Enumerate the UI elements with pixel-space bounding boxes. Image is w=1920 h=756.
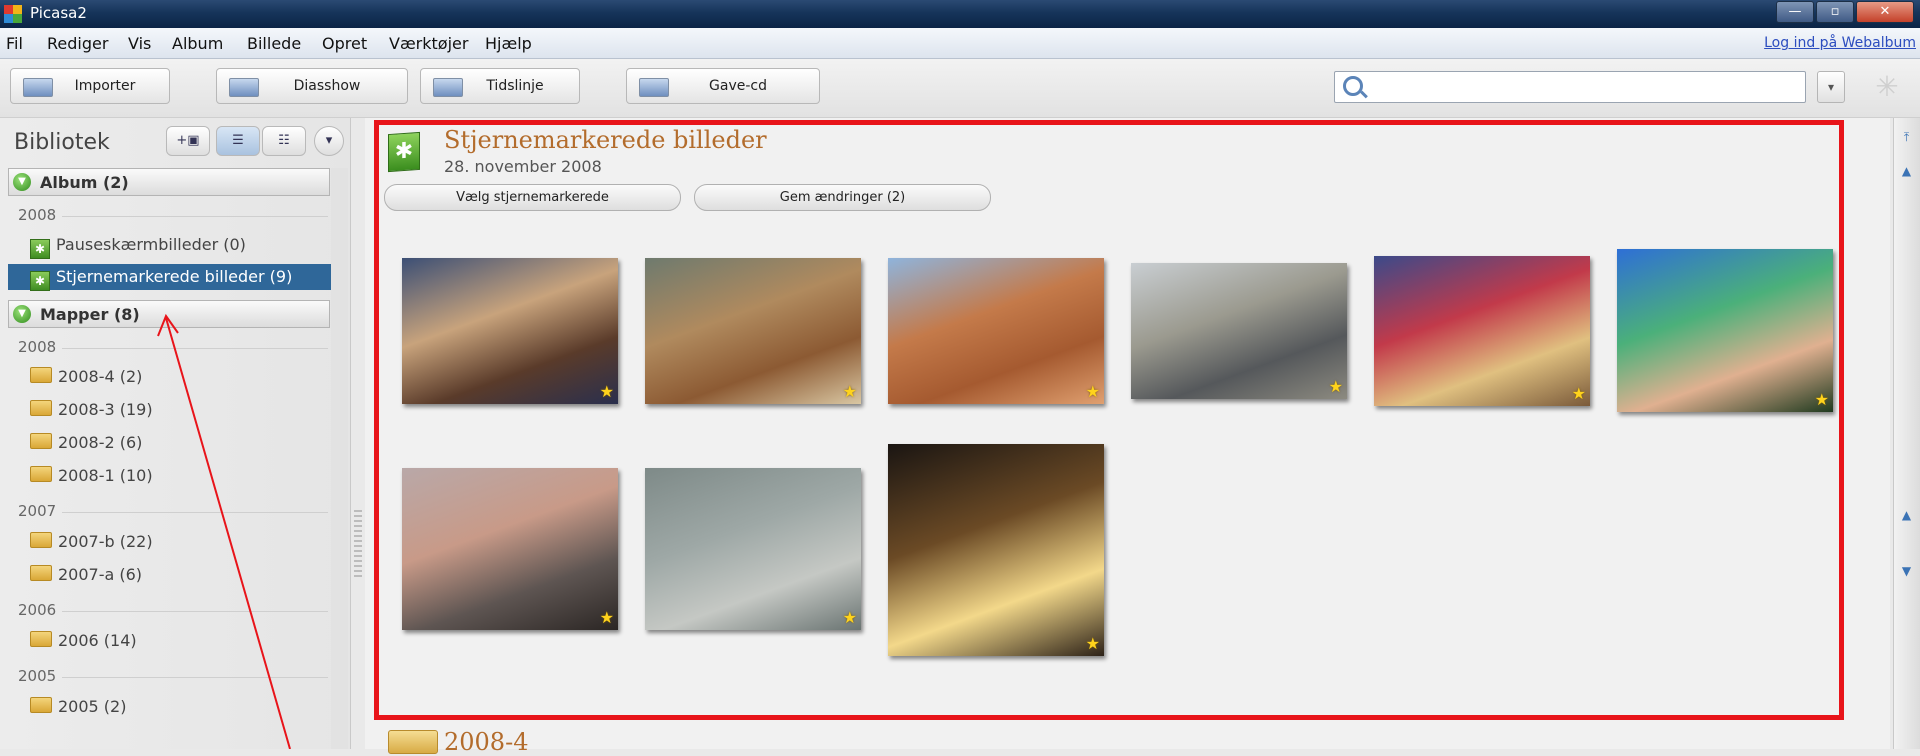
library-sidebar: Bibliotek +▣ ☰ ☷ ▾ ▼ Album (2) 2008 ✱ Pau… (0, 118, 351, 749)
minimize-button[interactable]: — (1776, 1, 1814, 23)
album-icon: ✱ (30, 239, 50, 259)
folder-section-label: Mapper (8) (40, 305, 140, 324)
next-folder-title: 2008-4 (444, 728, 529, 756)
gift-cd-button[interactable]: Gave-cd (626, 68, 820, 104)
search-icon (1343, 76, 1363, 96)
folder-item[interactable]: 2007-b (22) (30, 529, 153, 555)
folder-item-label: 2007-b (22) (58, 532, 153, 551)
folder-icon (388, 730, 438, 754)
splitter-handle[interactable] (354, 510, 362, 580)
scroll-top-icon[interactable]: ⤒ (1899, 130, 1914, 144)
collapse-arrow-icon[interactable]: ▼ (13, 305, 31, 323)
folder-item[interactable]: 2007-a (6) (30, 562, 142, 588)
album-item-label: Stjernemarkerede billeder (9) (56, 267, 293, 286)
collapse-arrow-icon[interactable]: ▼ (13, 173, 31, 191)
divider (62, 512, 328, 513)
import-label: Importer (74, 78, 136, 94)
import-button[interactable]: Importer (10, 68, 170, 104)
folder-icon (30, 367, 52, 383)
folder-item-label: 2008-4 (2) (58, 367, 143, 386)
scroll-up-icon[interactable]: ▲ (1899, 164, 1914, 178)
folder-year-label: 2006 (18, 601, 57, 619)
folder-item-label: 2007-a (6) (58, 565, 143, 584)
web-albums-signin-link[interactable]: Log ind på Webalbum (1764, 35, 1916, 51)
menu-file[interactable]: Fil (6, 34, 23, 53)
menu-create[interactable]: Opret (322, 34, 367, 53)
folder-item-label: 2006 (14) (58, 631, 137, 650)
slideshow-label: Diasshow (293, 78, 361, 94)
selection-highlight (374, 120, 1844, 720)
loading-spinner-icon: ✳ (1875, 70, 1899, 103)
menu-picture[interactable]: Billede (247, 34, 301, 53)
album-item-screensaver[interactable]: ✱ Pauseskærmbilleder (0) (30, 232, 246, 259)
menu-edit[interactable]: Rediger (47, 34, 108, 53)
folder-item[interactable]: 2008-2 (6) (30, 430, 142, 456)
folder-icon (30, 631, 52, 647)
folder-year-label: 2007 (18, 502, 57, 520)
menu-view[interactable]: Vis (128, 34, 151, 53)
folder-icon (30, 466, 52, 482)
sidebar-scrollbar[interactable] (331, 168, 348, 749)
folder-item[interactable]: 2006 (14) (30, 628, 137, 654)
menu-tools[interactable]: Værktøjer (389, 34, 468, 53)
folder-item-label: 2008-1 (10) (58, 466, 153, 485)
divider (62, 216, 328, 217)
folder-item-label: 2005 (2) (58, 697, 127, 716)
slideshow-button[interactable]: Diasshow (216, 68, 408, 104)
gift-cd-label: Gave-cd (709, 78, 767, 94)
picasa-logo-icon (4, 5, 22, 23)
folder-item[interactable]: 2008-4 (2) (30, 364, 142, 390)
folder-icon (30, 433, 52, 449)
timeline-button[interactable]: Tidslinje (420, 68, 580, 104)
folder-icon (30, 532, 52, 548)
folder-item[interactable]: 2005 (2) (30, 694, 126, 720)
album-year-label: 2008 (18, 206, 57, 224)
add-album-button[interactable]: +▣ (166, 126, 210, 156)
scroll-up-icon[interactable]: ▲ (1899, 508, 1914, 522)
timeline-label: Tidslinje (486, 78, 544, 94)
album-item-starred[interactable]: ✱ Stjernemarkerede billeder (9) (8, 264, 336, 291)
album-icon: ✱ (30, 271, 50, 291)
menu-help[interactable]: Hjælp (485, 34, 532, 53)
close-button[interactable]: ✕ (1856, 1, 1914, 23)
divider (62, 611, 328, 612)
menu-album[interactable]: Album (172, 34, 223, 53)
folder-year-label: 2005 (18, 667, 57, 685)
menu-bar: Fil Rediger Vis Album Billede Opret Værk… (0, 28, 1920, 59)
album-section-header[interactable]: ▼ Album (2) (8, 168, 330, 196)
search-field[interactable] (1334, 71, 1806, 103)
divider (62, 348, 328, 349)
folder-item[interactable]: 2008-1 (10) (30, 463, 153, 489)
folder-item-label: 2008-2 (6) (58, 433, 143, 452)
folder-icon (30, 565, 52, 581)
folder-item[interactable]: 2008-3 (19) (30, 397, 153, 423)
view-options-button[interactable]: ▾ (314, 126, 344, 156)
folder-year-label: 2008 (18, 338, 57, 356)
search-dropdown-button[interactable]: ▾ (1817, 71, 1845, 103)
album-section-label: Album (2) (40, 173, 129, 192)
divider (62, 677, 328, 678)
library-title: Bibliotek (14, 130, 110, 155)
folder-icon (30, 400, 52, 416)
scroll-down-icon[interactable]: ▼ (1899, 564, 1914, 578)
folder-item-label: 2008-3 (19) (58, 400, 153, 419)
folder-section-header[interactable]: ▼ Mapper (8) (8, 300, 330, 328)
main-scrollbar[interactable]: ⤒ ▲ ▲ ▼ (1893, 118, 1920, 749)
tree-view-button[interactable]: ☷ (262, 126, 306, 156)
restore-button[interactable]: ▫ (1816, 1, 1854, 23)
folder-icon (30, 697, 52, 713)
title-bar: Picasa2 — ▫ ✕ (0, 0, 1920, 28)
album-item-label: Pauseskærmbilleder (0) (56, 235, 246, 254)
window-title: Picasa2 (30, 4, 87, 22)
list-view-button[interactable]: ☰ (216, 126, 260, 156)
